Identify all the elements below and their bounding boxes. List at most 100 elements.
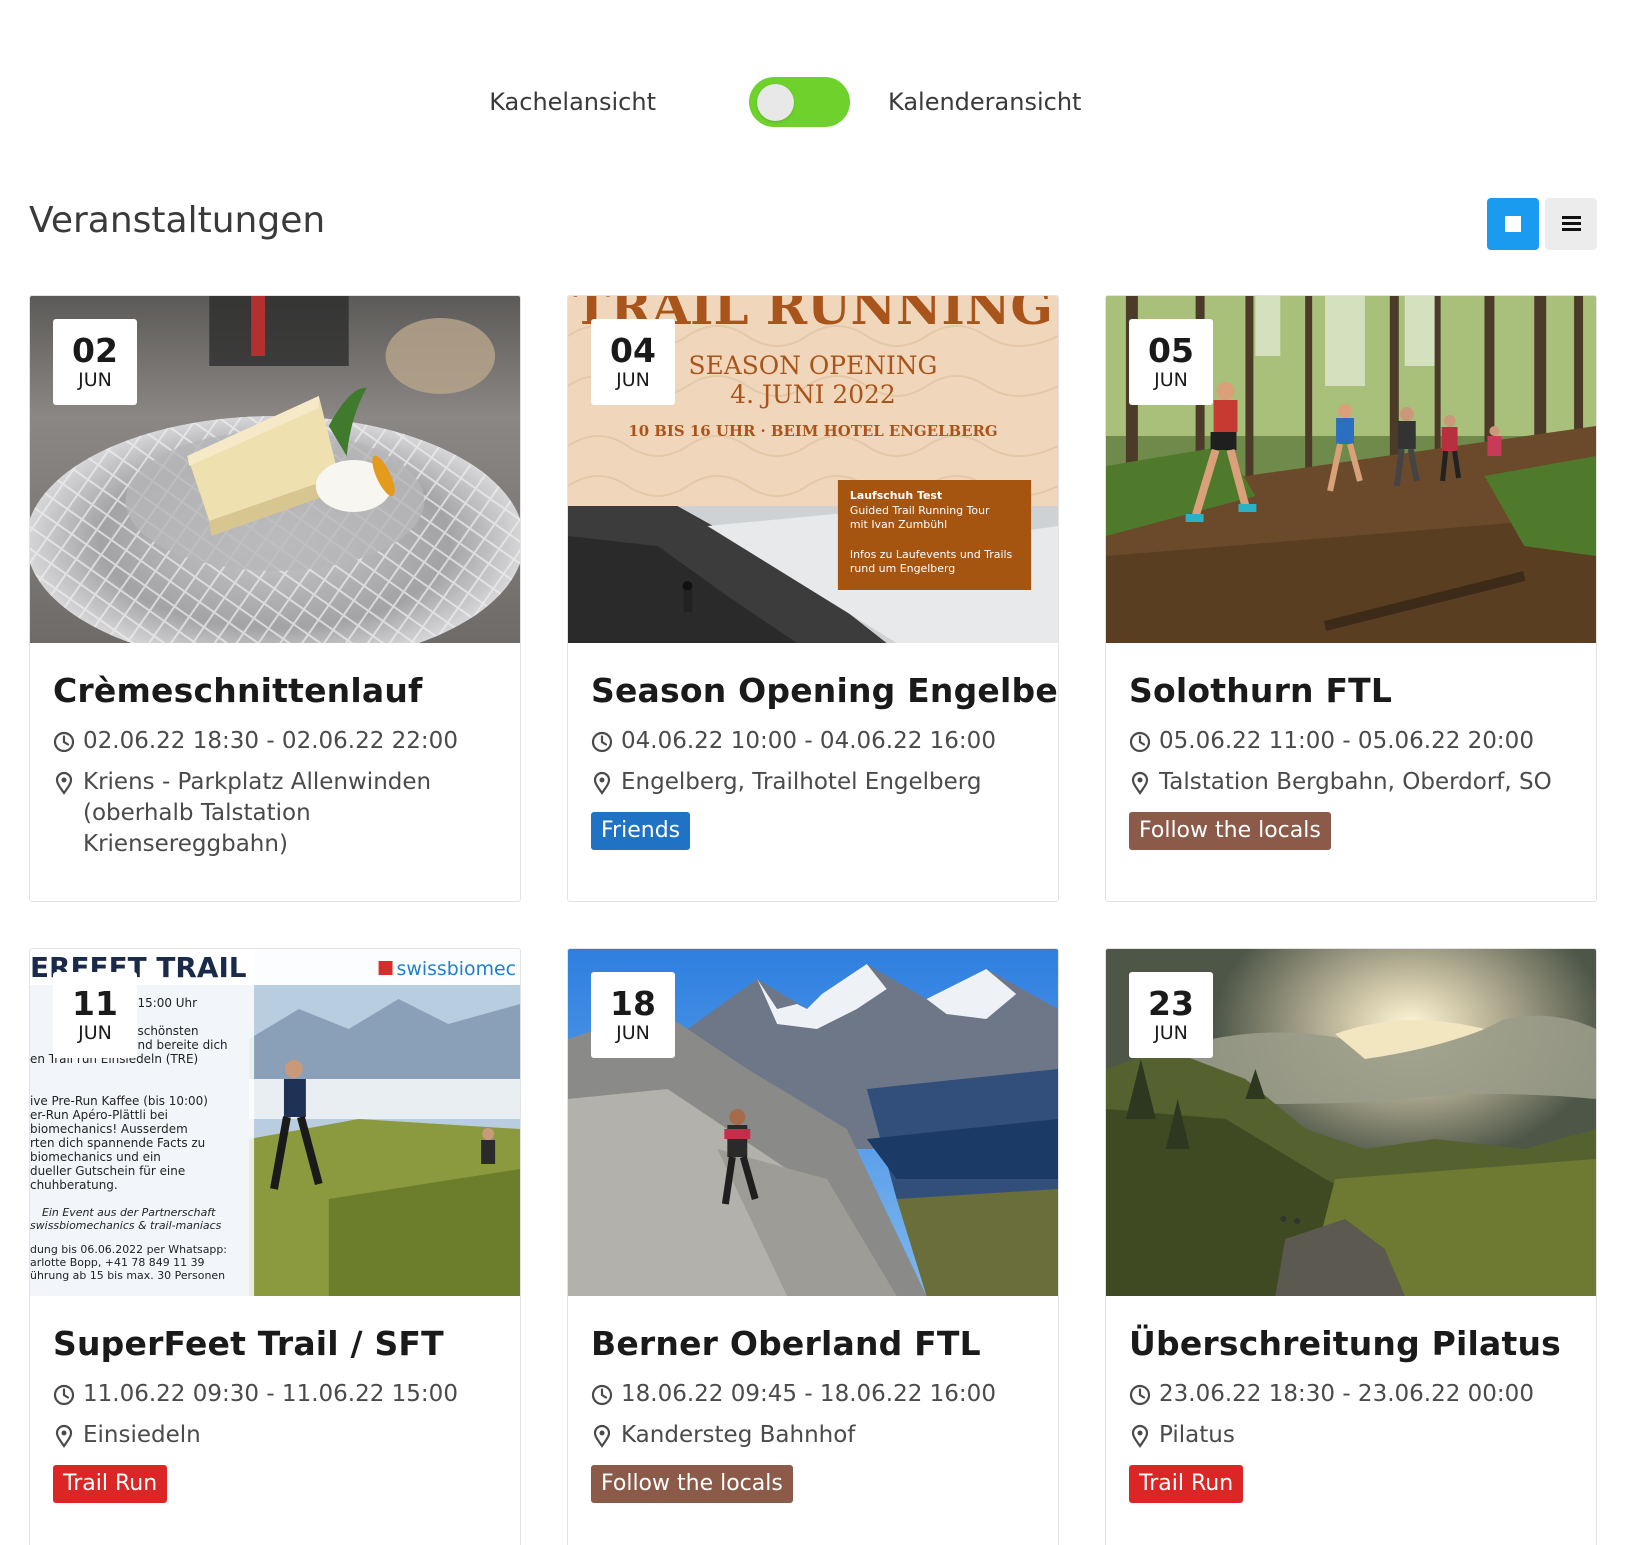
event-location: Talstation Bergbahn, Oberdorf, SO — [1129, 767, 1588, 798]
map-pin-icon — [593, 1424, 611, 1448]
date-badge: 04 JUN — [591, 319, 675, 405]
event-location-text: Engelberg, Trailhotel Engelberg — [621, 769, 982, 795]
poster-text: biomechanics! Ausserdem — [30, 1122, 188, 1136]
poster-line3: 10 BIS 16 UHR · BEIM HOTEL ENGELBERG — [628, 422, 997, 440]
clock-icon — [53, 731, 75, 753]
list-icon — [1562, 216, 1581, 232]
tag-trail-run[interactable]: Trail Run — [1129, 1465, 1244, 1503]
poster-text: Ein Event aus der Partnerschaft — [42, 1206, 216, 1219]
grid-layout-button[interactable] — [1487, 198, 1539, 250]
tile-view-label[interactable]: Kachelansicht — [489, 88, 656, 116]
poster-text: ive Pre-Run Kaffee (bis 10:00) — [30, 1094, 208, 1108]
event-title[interactable]: Überschreitung Pilatus — [1129, 1324, 1588, 1363]
event-time-text: 05.06.22 11:00 - 05.06.22 20:00 — [1159, 728, 1534, 754]
event-time-text: 02.06.22 18:30 - 02.06.22 22:00 — [83, 728, 458, 754]
poster-text: swissbiomechanics & trail-maniacs — [30, 1219, 222, 1232]
poster-line2: 4. JUNI 2022 — [730, 380, 895, 409]
event-time-text: 11.06.22 09:30 - 11.06.22 15:00 — [83, 1381, 458, 1407]
event-time: 18.06.22 09:45 - 18.06.22 16:00 — [591, 1379, 1050, 1410]
poster-text: schönsten — [138, 1024, 199, 1038]
map-pin-icon — [55, 771, 73, 795]
poster-text: 15:00 Uhr — [138, 996, 198, 1010]
event-location: Kandersteg Bahnhof — [591, 1420, 1050, 1451]
poster-text: rten dich spannende Facts zu — [30, 1136, 205, 1150]
list-layout-button[interactable] — [1545, 198, 1597, 250]
event-title[interactable]: Berner Oberland FTL — [591, 1324, 1050, 1363]
card-body: Überschreitung Pilatus 23.06.22 18:30 - … — [1129, 1296, 1588, 1503]
event-location-text: Kandersteg Bahnhof — [621, 1422, 856, 1448]
date-badge: 05 JUN — [1129, 319, 1213, 405]
event-location: Engelberg, Trailhotel Engelberg — [591, 767, 1050, 798]
tag-trail-run[interactable]: Trail Run — [53, 1465, 168, 1503]
event-time: 04.06.22 10:00 - 04.06.22 16:00 — [591, 726, 1050, 757]
date-month: JUN — [1154, 369, 1188, 391]
map-pin-icon — [1131, 771, 1149, 795]
event-location: Pilatus — [1129, 1420, 1588, 1451]
card-body: Berner Oberland FTL 18.06.22 09:45 - 18.… — [591, 1296, 1050, 1503]
card-body: Season Opening Engelberg 04.06.22 10:00 … — [591, 643, 1058, 850]
calendar-view-label[interactable]: Kalenderansicht — [888, 88, 1081, 116]
date-day: 04 — [610, 331, 656, 370]
event-title[interactable]: Crèmeschnittenlauf — [53, 671, 512, 710]
event-location: Einsiedeln — [53, 1420, 512, 1451]
event-location-text: Talstation Bergbahn, Oberdorf, SO — [1159, 769, 1552, 795]
event-card[interactable]: TRAIL RUNNING SEASON OPENING 4. JUNI 202… — [567, 295, 1059, 902]
event-card[interactable]: 05 JUN Solothurn FTL 05.06.22 11:00 - 05… — [1105, 295, 1597, 902]
poster-text: er-Run Apéro-Plättli bei — [30, 1108, 168, 1122]
poster-box-line3: Infos zu Laufevents und Trails — [850, 548, 1013, 561]
clock-icon — [591, 731, 613, 753]
event-time: 23.06.22 18:30 - 23.06.22 00:00 — [1129, 1379, 1588, 1410]
event-title[interactable]: Solothurn FTL — [1129, 671, 1588, 710]
event-card[interactable]: 18 JUN Berner Oberland FTL 18.06.22 09:4… — [567, 948, 1059, 1545]
card-body: Solothurn FTL 05.06.22 11:00 - 05.06.22 … — [1129, 643, 1588, 850]
event-card[interactable]: 02 JUN Crèmeschnittenlauf 02.06.22 18:30… — [29, 295, 521, 902]
poster-text: chuhberatung. — [30, 1178, 118, 1192]
poster-text: dung bis 06.06.2022 per Whatsapp: — [30, 1243, 227, 1256]
map-pin-icon — [1131, 1424, 1149, 1448]
event-location-text: Einsiedeln — [83, 1422, 201, 1448]
card-body: SuperFeet Trail / SFT 11.06.22 09:30 - 1… — [53, 1296, 512, 1503]
date-month: JUN — [78, 1022, 112, 1044]
tag-follow-the-locals[interactable]: Follow the locals — [591, 1465, 793, 1503]
date-month: JUN — [616, 1022, 650, 1044]
clock-icon — [53, 1384, 75, 1406]
event-time-text: 04.06.22 10:00 - 04.06.22 16:00 — [621, 728, 996, 754]
page-title: Veranstaltungen — [29, 200, 326, 241]
view-switch[interactable] — [749, 77, 850, 127]
tag-friends[interactable]: Friends — [591, 812, 691, 850]
tag-follow-the-locals[interactable]: Follow the locals — [1129, 812, 1331, 850]
date-day: 18 — [610, 984, 656, 1023]
event-grid: 02 JUN Crèmeschnittenlauf 02.06.22 18:30… — [29, 295, 1597, 1545]
event-time: 02.06.22 18:30 - 02.06.22 22:00 — [53, 726, 512, 757]
poster-text: nd bereite dich — [138, 1038, 228, 1052]
view-toggle: Kachelansicht Kalenderansicht — [0, 74, 1626, 130]
event-title[interactable]: Season Opening Engelberg — [591, 671, 1058, 710]
date-month: JUN — [78, 369, 112, 391]
date-month: JUN — [616, 369, 650, 391]
poster-text: dueller Gutschein für eine — [30, 1164, 185, 1178]
date-badge: 23 JUN — [1129, 972, 1213, 1058]
poster-line1: SEASON OPENING — [689, 351, 938, 380]
clock-icon — [1129, 1384, 1151, 1406]
date-day: 02 — [72, 331, 118, 370]
switch-knob — [757, 84, 794, 121]
event-card[interactable]: ERFEET TRAIL swissbiomec 15:00 Uhr schön… — [29, 948, 521, 1545]
clock-icon — [1129, 731, 1151, 753]
event-location: Kriens - Parkplatz Allenwinden (oberhalb… — [53, 767, 512, 860]
poster-text: arlotte Bopp, +41 78 849 11 39 — [30, 1256, 205, 1269]
poster-box-line2: mit Ivan Zumbühl — [850, 518, 947, 531]
poster-text: ührung ab 15 bis max. 30 Personen — [30, 1269, 225, 1282]
poster-text: biomechanics und ein — [30, 1150, 161, 1164]
event-location-text: Kriens - Parkplatz Allenwinden (oberhalb… — [83, 769, 432, 857]
poster-box-line1: Guided Trail Running Tour — [850, 504, 990, 517]
event-title[interactable]: SuperFeet Trail / SFT — [53, 1324, 512, 1363]
date-day: 23 — [1148, 984, 1194, 1023]
map-pin-icon — [593, 771, 611, 795]
poster-brand: swissbiomec — [397, 958, 517, 980]
date-badge: 02 JUN — [53, 319, 137, 405]
event-time-text: 18.06.22 09:45 - 18.06.22 16:00 — [621, 1381, 996, 1407]
event-card[interactable]: 23 JUN Überschreitung Pilatus 23.06.22 1… — [1105, 948, 1597, 1545]
date-badge: 11 JUN — [53, 972, 137, 1058]
map-pin-icon — [55, 1424, 73, 1448]
date-month: JUN — [1154, 1022, 1188, 1044]
